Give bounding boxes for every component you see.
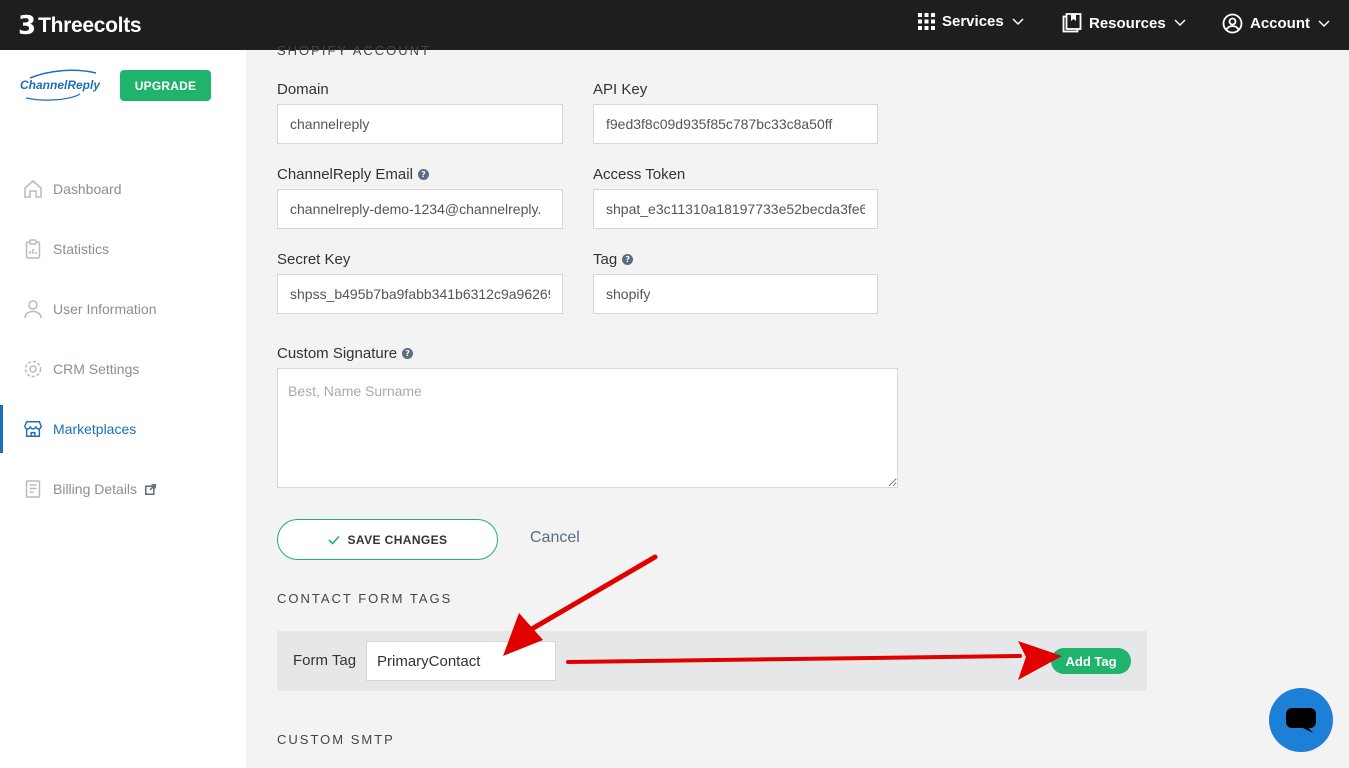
help-icon[interactable]: ? <box>417 169 429 180</box>
shopify-account-section-title: SHOPIFY ACCOUNT <box>277 43 432 58</box>
secret-key-label-text: Secret Key <box>277 251 351 268</box>
sidebar-item-label: Marketplaces <box>53 421 137 437</box>
chevron-down-icon <box>1012 17 1024 26</box>
sidebar-item-dashboard[interactable]: Dashboard <box>0 165 246 213</box>
sidebar-item-marketplaces[interactable]: Marketplaces <box>0 405 246 453</box>
brand-name: Threecolts <box>38 14 142 37</box>
account-label: Account <box>1250 15 1310 32</box>
domain-label-text: Domain <box>277 81 329 98</box>
clipboard-icon <box>23 239 43 259</box>
sidebar-item-statistics[interactable]: Statistics <box>0 225 246 273</box>
channelreply-logo[interactable]: ChannelReply <box>20 68 100 104</box>
services-label: Services <box>942 13 1004 30</box>
secret-key-input[interactable] <box>277 274 563 314</box>
domain-label: Domain <box>277 81 329 98</box>
logo-text-channel: Channel <box>20 78 68 92</box>
secret-key-label: Secret Key <box>277 251 350 268</box>
sidebar-item-user-information[interactable]: User Information <box>0 285 246 333</box>
save-changes-label: SAVE CHANGES <box>347 532 448 547</box>
logo-text: ChannelReply <box>20 78 100 92</box>
home-icon <box>23 179 43 199</box>
access-token-input[interactable] <box>593 189 878 229</box>
brand-mark: 3 <box>18 11 37 41</box>
chat-widget-button[interactable] <box>1269 688 1333 752</box>
logo-text-reply: Reply <box>67 78 101 92</box>
check-icon <box>327 535 340 545</box>
tag-input[interactable] <box>593 274 878 314</box>
chevron-down-icon <box>1318 19 1330 28</box>
sidebar-item-label: CRM Settings <box>53 361 140 377</box>
invoice-icon <box>23 479 43 499</box>
email-label: ChannelReply Email? <box>277 166 429 183</box>
tag-label: Tag? <box>593 251 634 268</box>
threecolts-logo[interactable]: 3 Threecolts <box>18 11 142 41</box>
store-icon <box>23 419 43 439</box>
sidebar-item-label: Dashboard <box>53 181 122 197</box>
custom-signature-textarea[interactable] <box>277 368 898 488</box>
resources-menu[interactable]: Resources <box>1062 13 1186 33</box>
api-key-label-text: API Key <box>593 81 648 98</box>
user-circle-icon <box>1222 13 1243 34</box>
resources-label: Resources <box>1089 14 1166 32</box>
help-icon[interactable]: ? <box>402 348 414 359</box>
upgrade-button[interactable]: UPGRADE <box>120 70 211 101</box>
chat-bubble-icon <box>1285 706 1317 734</box>
chevron-down-icon <box>1174 19 1186 27</box>
sidebar-item-label: User Information <box>53 301 157 317</box>
gear-icon <box>23 359 43 379</box>
access-token-label-text: Access Token <box>593 166 686 183</box>
sidebar-item-crm-settings[interactable]: CRM Settings <box>0 345 246 393</box>
email-label-text: ChannelReply Email <box>277 166 413 183</box>
api-key-input[interactable] <box>593 104 878 144</box>
form-tag-input[interactable] <box>366 641 556 681</box>
sidebar-item-label: Billing Details <box>53 481 138 497</box>
cancel-link[interactable]: Cancel <box>530 529 580 547</box>
access-token-label: Access Token <box>593 166 685 183</box>
sidebar-item-billing-details[interactable]: Billing Details <box>0 465 246 513</box>
tag-label-text: Tag <box>593 251 618 268</box>
channelreply-email-input[interactable] <box>277 189 563 229</box>
add-tag-button[interactable]: Add Tag <box>1051 648 1131 674</box>
user-icon <box>23 299 43 319</box>
domain-input[interactable] <box>277 104 563 144</box>
account-menu[interactable]: Account <box>1222 13 1330 34</box>
help-icon[interactable]: ? <box>622 254 634 265</box>
book-icon <box>1062 13 1082 33</box>
external-link-icon <box>145 483 157 495</box>
form-tag-label: Form Tag <box>293 652 357 669</box>
custom-signature-label: Custom Signature? <box>277 345 414 362</box>
top-bar: 3 Threecolts Services Resources Account <box>0 0 1349 50</box>
services-menu[interactable]: Services <box>918 13 1024 30</box>
form-tag-row: Form Tag Add Tag <box>277 631 1147 691</box>
grid-icon <box>918 13 935 30</box>
sidebar: ChannelReply UPGRADE Dashboard Statistic… <box>0 50 246 768</box>
save-changes-button[interactable]: SAVE CHANGES <box>277 519 498 560</box>
api-key-label: API Key <box>593 81 647 98</box>
custom-smtp-section-title: CUSTOM SMTP <box>277 732 395 747</box>
custom-signature-label-text: Custom Signature <box>277 345 398 362</box>
sidebar-item-label: Statistics <box>53 241 110 257</box>
contact-form-tags-section-title: CONTACT FORM TAGS <box>277 591 453 606</box>
